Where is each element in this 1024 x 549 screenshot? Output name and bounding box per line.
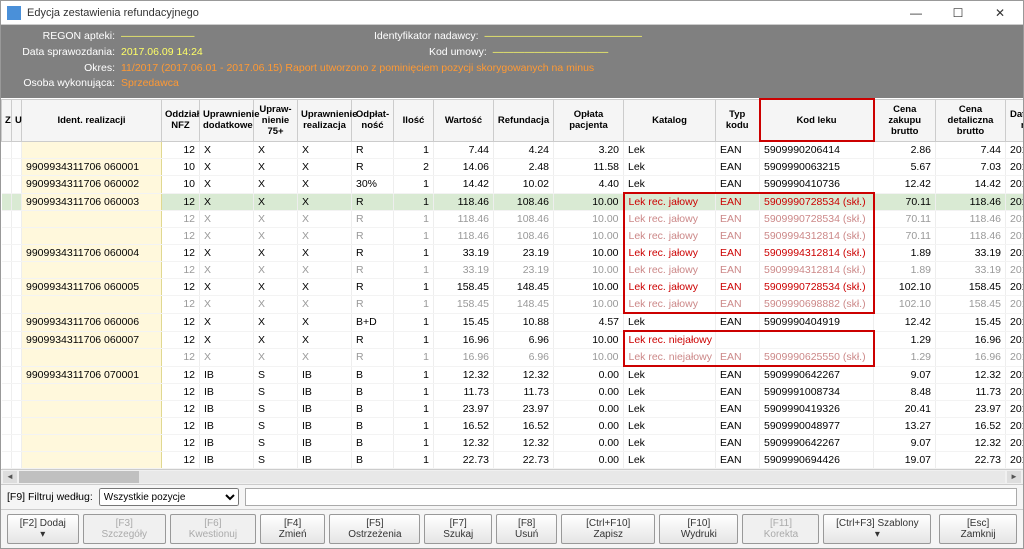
filter-label: [F9] Filtruj według: xyxy=(7,491,93,503)
date-value: 2017.06.09 14:24 xyxy=(121,45,203,61)
table-row[interactable]: 12 IB S IB B 1 23.97 23.97 0.00 Lek EAN … xyxy=(2,401,1024,418)
col-u[interactable]: U xyxy=(12,99,22,141)
table-row[interactable]: 12 X X X R 1 118.46 108.46 10.00 Lek rec… xyxy=(2,211,1024,228)
btn-szczegoly: [F3] Szczegóły xyxy=(83,514,166,544)
btn-ostrzezenia[interactable]: [F5] Ostrzeżenia xyxy=(329,514,420,544)
btn-zapisz[interactable]: [Ctrl+F10] Zapisz xyxy=(561,514,655,544)
btn-szukaj[interactable]: [F7] Szukaj xyxy=(424,514,492,544)
app-icon xyxy=(7,6,21,20)
col-kodleku[interactable]: Kod leku xyxy=(760,99,874,141)
button-bar: [F2] Dodaj ▾ [F3] Szczegóły [F6] Kwestio… xyxy=(1,509,1023,548)
maximize-button[interactable]: ☐ xyxy=(941,3,975,23)
col-katalog[interactable]: Katalog xyxy=(624,99,716,141)
column-headers[interactable]: Z U Ident. realizacji Oddział NFZ Uprawn… xyxy=(2,99,1024,141)
ident-label: Identyfikator nadawcy: xyxy=(365,29,485,45)
table-row[interactable]: 12 X X X R 1 7.44 4.24 3.20 Lek EAN 5909… xyxy=(2,141,1024,159)
minimize-button[interactable]: — xyxy=(899,3,933,23)
col-upraw75[interactable]: Upraw-nienie 75+ xyxy=(254,99,298,141)
col-ilosc[interactable]: Ilość xyxy=(394,99,434,141)
filter-input[interactable] xyxy=(245,488,1017,506)
col-wartosc[interactable]: Wartość xyxy=(434,99,494,141)
btn-zamknij[interactable]: [Esc] Zamknij xyxy=(939,514,1017,544)
regon-label: REGON apteki: xyxy=(9,29,121,45)
osoba-label: Osoba wykonująca: xyxy=(9,76,121,92)
scroll-right-icon[interactable]: ► xyxy=(1007,471,1021,483)
filter-select[interactable]: Wszystkie pozycje xyxy=(99,488,239,506)
table-row[interactable]: 9909934311706 060005 12 X X X R 1 158.45… xyxy=(2,279,1024,296)
table-row[interactable]: 12 IB S IB B 1 12.32 12.32 0.00 Lek EAN … xyxy=(2,435,1024,452)
table-row[interactable]: 12 IB S IB B 1 11.73 11.73 0.00 Lek EAN … xyxy=(2,384,1024,401)
scroll-track[interactable] xyxy=(19,471,1005,483)
col-cenadet[interactable]: Cena detaliczna brutto xyxy=(936,99,1006,141)
table-row[interactable]: 9909934311706 060007 12 X X X R 1 16.96 … xyxy=(2,331,1024,349)
table-row[interactable]: 9909934311706 060001 10 X X X R 2 14.06 … xyxy=(2,159,1024,176)
table-row[interactable]: 9909934311706 070001 12 IB S IB B 1 12.3… xyxy=(2,366,1024,384)
okres-label: Okres: xyxy=(9,61,121,77)
col-typkodu[interactable]: Typ kodu xyxy=(716,99,760,141)
table-row[interactable]: 9909934311706 060003 12 X X X R 1 118.46… xyxy=(2,193,1024,211)
col-oplata[interactable]: Opłata pacjenta xyxy=(554,99,624,141)
btn-korekta: [F11] Korekta xyxy=(742,514,819,544)
btn-kwestionuj: [F6] Kwestionuj xyxy=(170,514,256,544)
horizontal-scrollbar[interactable]: ◄ ► xyxy=(1,469,1023,484)
btn-szablony[interactable]: [Ctrl+F3] Szablony ▾ xyxy=(823,514,931,544)
kod-label: Kod umowy: xyxy=(373,45,493,61)
table-row[interactable]: 12 IB S IB B 1 22.73 22.73 0.00 Lek EAN … xyxy=(2,452,1024,469)
data-grid[interactable]: Z U Ident. realizacji Oddział NFZ Uprawn… xyxy=(1,98,1023,469)
col-ident[interactable]: Ident. realizacji xyxy=(22,99,162,141)
kod-value: ——————————— xyxy=(493,45,609,61)
col-upraw-real[interactable]: Uprawnienie realizacja xyxy=(298,99,352,141)
col-odplat[interactable]: Odpłat-ność xyxy=(352,99,394,141)
col-upraw-dod[interactable]: Uprawnienie dodatkowe xyxy=(200,99,254,141)
table-row[interactable]: 9909934311706 060006 12 X X X B+D 1 15.4… xyxy=(2,313,1024,331)
col-oddzial[interactable]: Oddział NFZ xyxy=(162,99,200,141)
btn-usun[interactable]: [F8] Usuń xyxy=(496,514,557,544)
table-row[interactable]: 12 X X X R 1 33.19 23.19 10.00 Lek rec. … xyxy=(2,262,1024,279)
table-row[interactable]: 9909934311706 060004 12 X X X R 1 33.19 … xyxy=(2,245,1024,262)
col-z[interactable]: Z xyxy=(2,99,12,141)
filter-bar: [F9] Filtruj według: Wszystkie pozycje xyxy=(1,484,1023,509)
close-button[interactable]: ✕ xyxy=(983,3,1017,23)
col-datawyst[interactable]: Data wyst. recep xyxy=(1006,99,1024,141)
table-row[interactable]: 12 X X X R 1 158.45 148.45 10.00 Lek rec… xyxy=(2,296,1024,314)
okres-value: 11/2017 (2017.06.01 - 2017.06.15) Raport… xyxy=(121,61,594,77)
table-row[interactable]: 12 X X X R 1 16.96 6.96 10.00 Lek rec. n… xyxy=(2,349,1024,367)
window-title: Edycja zestawienia refundacyjnego xyxy=(27,7,899,19)
btn-zmien[interactable]: [F4] Zmień xyxy=(260,514,326,544)
window-titlebar: Edycja zestawienia refundacyjnego — ☐ ✕ xyxy=(1,1,1023,25)
date-label: Data sprawozdania: xyxy=(9,45,121,61)
col-refund[interactable]: Refundacja xyxy=(494,99,554,141)
summary-header: REGON apteki: ——————— Identyfikator nada… xyxy=(1,25,1023,98)
ident-value: ——————————————— xyxy=(485,29,643,45)
btn-wydruki[interactable]: [F10] Wydruki xyxy=(659,514,738,544)
scroll-thumb[interactable] xyxy=(19,471,139,483)
table-row[interactable]: 9909934311706 060002 10 X X X 30% 1 14.4… xyxy=(2,176,1024,194)
col-cenazak[interactable]: Cena zakupu brutto xyxy=(874,99,936,141)
osoba-value: Sprzedawca xyxy=(121,76,179,92)
table-row[interactable]: 12 IB S IB B 1 16.52 16.52 0.00 Lek EAN … xyxy=(2,418,1024,435)
table-row[interactable]: 12 X X X R 1 118.46 108.46 10.00 Lek rec… xyxy=(2,228,1024,245)
btn-dodaj[interactable]: [F2] Dodaj ▾ xyxy=(7,514,79,544)
scroll-left-icon[interactable]: ◄ xyxy=(3,471,17,483)
regon-value: ——————— xyxy=(121,29,195,45)
